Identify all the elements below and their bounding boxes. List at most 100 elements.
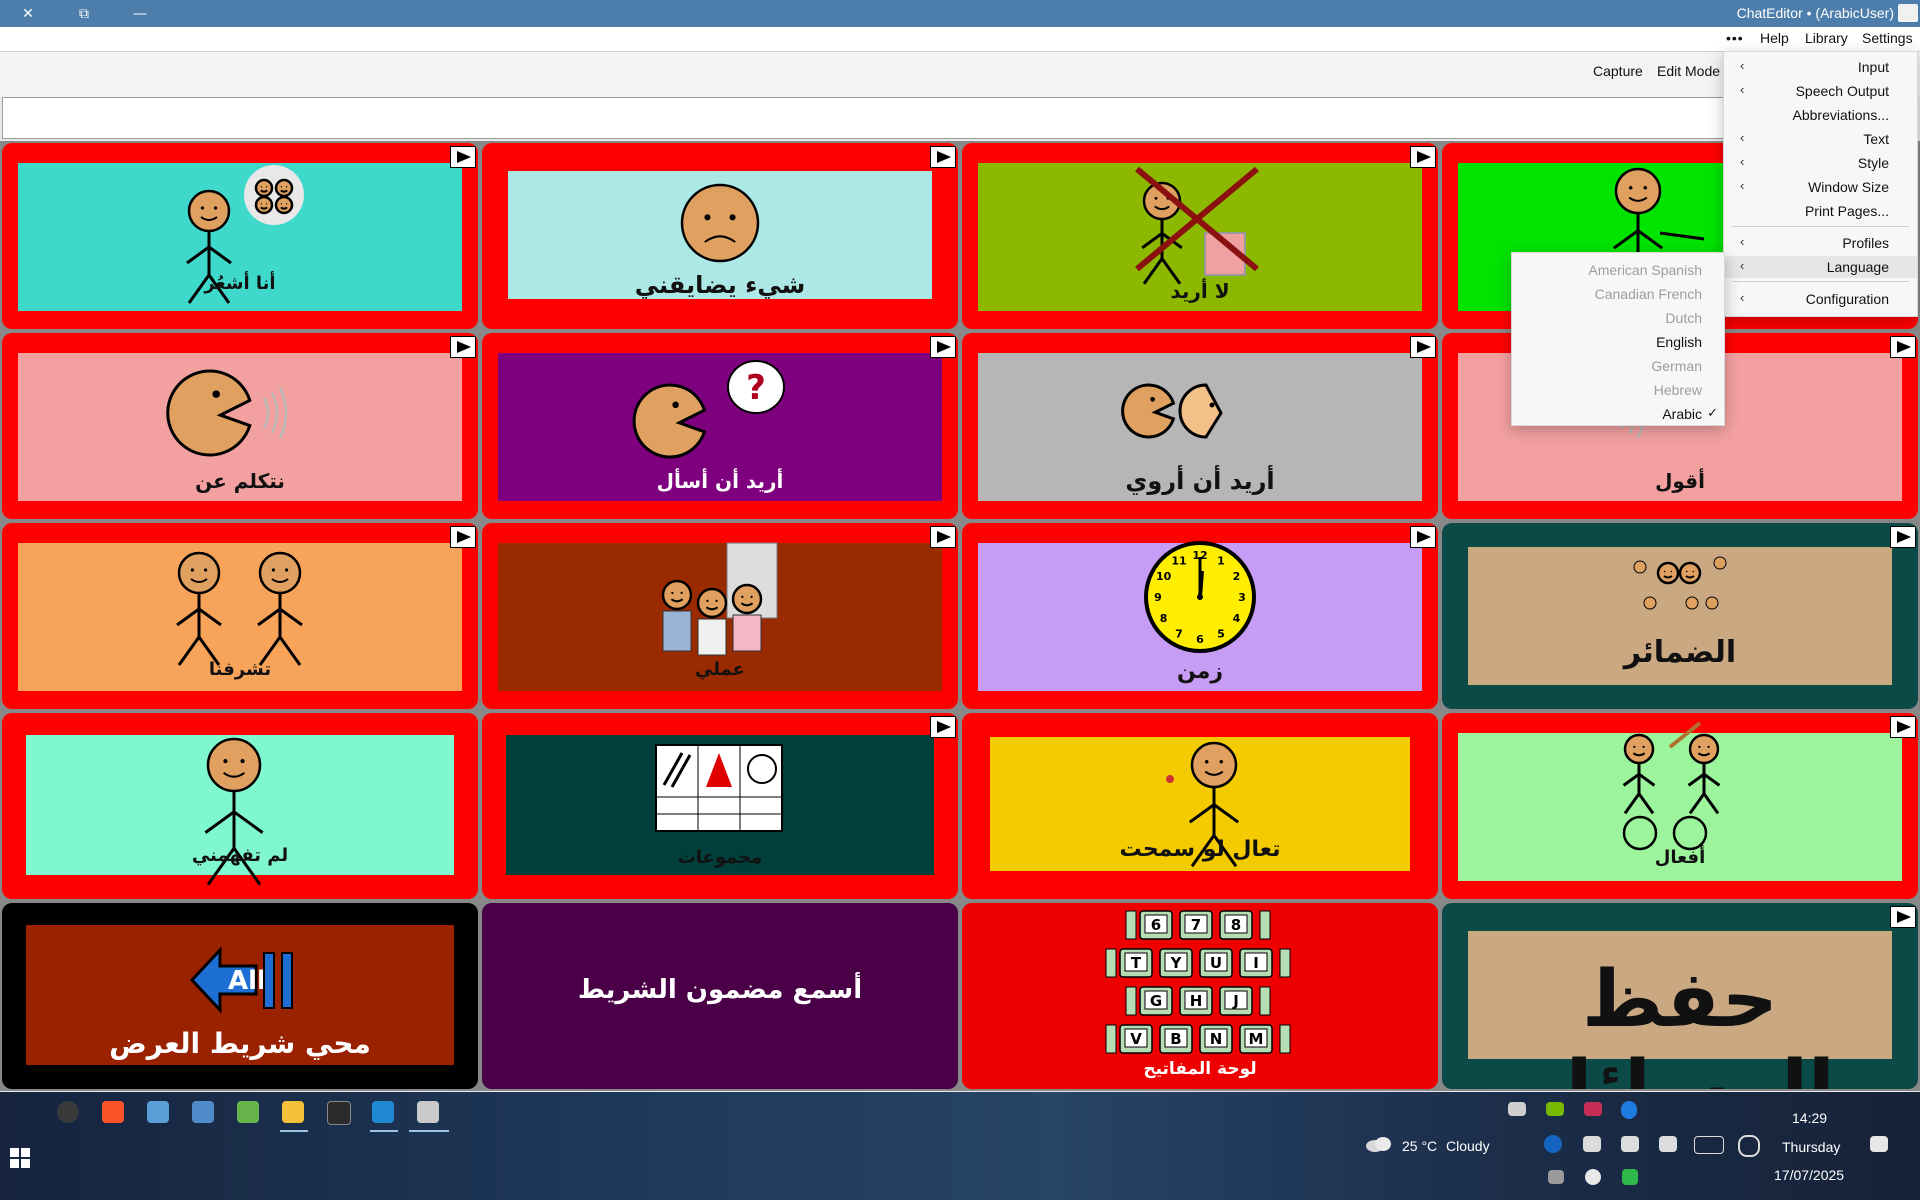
menu-settings[interactable]: Settings [1862, 30, 1913, 46]
vocab-cell[interactable]: لا أريد [962, 143, 1438, 329]
vocab-cell[interactable]: أفعال [1442, 713, 1918, 899]
vocab-cell[interactable]: تعال لو سمحت [962, 713, 1438, 899]
taskbar-app-5[interactable] [237, 1101, 259, 1123]
settings-menu-item[interactable]: ‹ Text [1724, 128, 1917, 150]
vocab-cell[interactable]: شيء يضايقني [482, 143, 958, 329]
language-option[interactable]: American Spanish [1512, 259, 1724, 281]
file-explorer-icon[interactable] [282, 1101, 304, 1123]
page-link-arrow-icon[interactable] [450, 146, 476, 168]
svg-text:8: 8 [1160, 612, 1168, 625]
language-option[interactable]: Dutch [1512, 307, 1724, 329]
close-window-button[interactable]: ✕ [0, 0, 56, 27]
vocab-cell[interactable]: ? أريد أن أسأل [482, 333, 958, 519]
settings-menu-item[interactable]: ‹ Input [1724, 56, 1917, 78]
symbol-picture [962, 713, 1438, 899]
clock-time[interactable]: 14:29 [1792, 1110, 1827, 1126]
page-link-arrow-icon[interactable] [1890, 336, 1916, 358]
capture-button[interactable]: Capture [1593, 63, 1643, 79]
clock-day[interactable]: Thursday [1782, 1139, 1840, 1155]
vocab-cell[interactable]: حفظ الرسائل [1442, 903, 1918, 1089]
settings-menu-item[interactable]: ‹ Speech Output [1724, 80, 1917, 102]
nvidia-icon[interactable] [1546, 1102, 1564, 1116]
language-option-label: American Spanish [1588, 262, 1702, 278]
settings-menu-item[interactable]: ‹ Configuration [1724, 288, 1917, 310]
language-option[interactable]: English [1512, 331, 1724, 353]
weather-temperature[interactable]: 25 °C [1402, 1138, 1437, 1154]
more-menu-button[interactable]: ••• [1726, 30, 1744, 46]
vocab-cell[interactable]: أنا أشعُر [2, 143, 478, 329]
vocab-cell[interactable]: لم تفهمني [2, 713, 478, 899]
language-option[interactable]: Hebrew [1512, 379, 1724, 401]
vocab-cell[interactable]: 12 1 2 3 4 5 6 7 8 9 10 11 زمن [962, 523, 1438, 709]
page-link-arrow-icon[interactable] [1890, 716, 1916, 738]
network-icon[interactable] [1621, 1136, 1639, 1152]
page-link-arrow-icon[interactable] [450, 526, 476, 548]
svg-text:7: 7 [1175, 627, 1183, 640]
vocab-cell[interactable]: مجموعات [482, 713, 958, 899]
vocab-cell[interactable]: تشرفنا [2, 523, 478, 709]
settings-menu-item[interactable]: Abbreviations... [1724, 104, 1917, 126]
settings-menu-item[interactable]: ‹ Style [1724, 152, 1917, 174]
close-icon: ✕ [22, 5, 34, 22]
brave-browser-icon[interactable] [102, 1101, 124, 1123]
page-link-arrow-icon[interactable] [450, 336, 476, 358]
page-link-arrow-icon[interactable] [930, 526, 956, 548]
notifications-icon[interactable] [1870, 1136, 1888, 1152]
start-button[interactable] [8, 1146, 32, 1170]
vocab-cell-label: أقول [1655, 469, 1705, 493]
vocab-cell[interactable]: 6 7 8 T Y U I G H J V B N M لوحة المفاتيح [962, 903, 1438, 1089]
vocab-cell-label: لم تفهمني [191, 845, 289, 866]
page-link-arrow-icon[interactable] [1410, 336, 1436, 358]
settings-menu-item[interactable]: ‹ Profiles [1724, 232, 1917, 254]
page-link-arrow-icon[interactable] [930, 146, 956, 168]
language-option[interactable]: Arabic ✓ [1512, 403, 1724, 425]
chateditor-taskbar-icon[interactable] [417, 1101, 439, 1123]
vocab-cell[interactable]: نتكلم عن [2, 333, 478, 519]
vocab-cell[interactable]: الضمائر [1442, 523, 1918, 709]
tray-r-icon[interactable] [1544, 1135, 1562, 1153]
vocab-cell[interactable]: All محي شريط العرض [2, 903, 478, 1089]
tray-h-icon[interactable] [1622, 1169, 1638, 1185]
page-link-arrow-icon[interactable] [1410, 146, 1436, 168]
volume-icon[interactable] [1583, 1136, 1601, 1152]
taskbar-app-4[interactable] [192, 1101, 214, 1123]
page-link-arrow-icon[interactable] [930, 336, 956, 358]
message-display-bar[interactable] [2, 97, 1918, 139]
vocab-cell[interactable]: عملي [482, 523, 958, 709]
vocab-cell[interactable]: أسمع مضمون الشريط [482, 903, 958, 1089]
menu-separator [1732, 281, 1909, 282]
taskbar-app-1[interactable] [57, 1101, 79, 1123]
page-link-arrow-icon[interactable] [1890, 526, 1916, 548]
weather-description[interactable]: Cloudy [1446, 1138, 1490, 1154]
taskbar-app-3[interactable] [147, 1101, 169, 1123]
restore-icon: ⧉ [79, 5, 89, 22]
edit-mode-button[interactable]: Edit Mode [1657, 63, 1720, 79]
menu-library[interactable]: Library [1805, 30, 1848, 46]
settings-gear-icon[interactable] [1738, 1135, 1760, 1157]
terminal-icon[interactable] [327, 1101, 351, 1125]
settings-menu-item[interactable]: Print Pages... [1724, 200, 1917, 222]
tray-icon-headset[interactable] [1585, 1169, 1601, 1185]
svg-text:Y: Y [1170, 954, 1183, 972]
language-option[interactable]: Canadian French [1512, 283, 1724, 305]
pen-icon[interactable] [1659, 1136, 1677, 1152]
keyboard-icon[interactable] [1694, 1136, 1724, 1154]
clock-date[interactable]: 17/07/2025 [1774, 1167, 1844, 1183]
page-link-arrow-icon[interactable] [930, 716, 956, 738]
page-link-arrow-icon[interactable] [1890, 906, 1916, 928]
wifi-icon[interactable] [1548, 1170, 1564, 1184]
bluetooth-icon[interactable] [1621, 1101, 1637, 1119]
page-link-arrow-icon[interactable] [1410, 526, 1436, 548]
title-bar: ✕ ⧉ — ChatEditor • (ArabicUser) [0, 0, 1920, 27]
settings-menu-item[interactable]: ‹ Window Size [1724, 176, 1917, 198]
restore-window-button[interactable]: ⧉ [56, 0, 112, 27]
minimize-window-button[interactable]: — [112, 0, 168, 27]
menu-help[interactable]: Help [1760, 30, 1789, 46]
settings-menu-item[interactable]: ‹ Language [1724, 256, 1917, 278]
vocab-cell[interactable]: أريد أن أروي [962, 333, 1438, 519]
vscode-icon[interactable] [372, 1101, 394, 1123]
tray-icon-3[interactable] [1584, 1102, 1602, 1116]
language-option[interactable]: German [1512, 355, 1724, 377]
tray-icon-1[interactable] [1508, 1102, 1526, 1116]
symbol-picture [482, 713, 958, 899]
